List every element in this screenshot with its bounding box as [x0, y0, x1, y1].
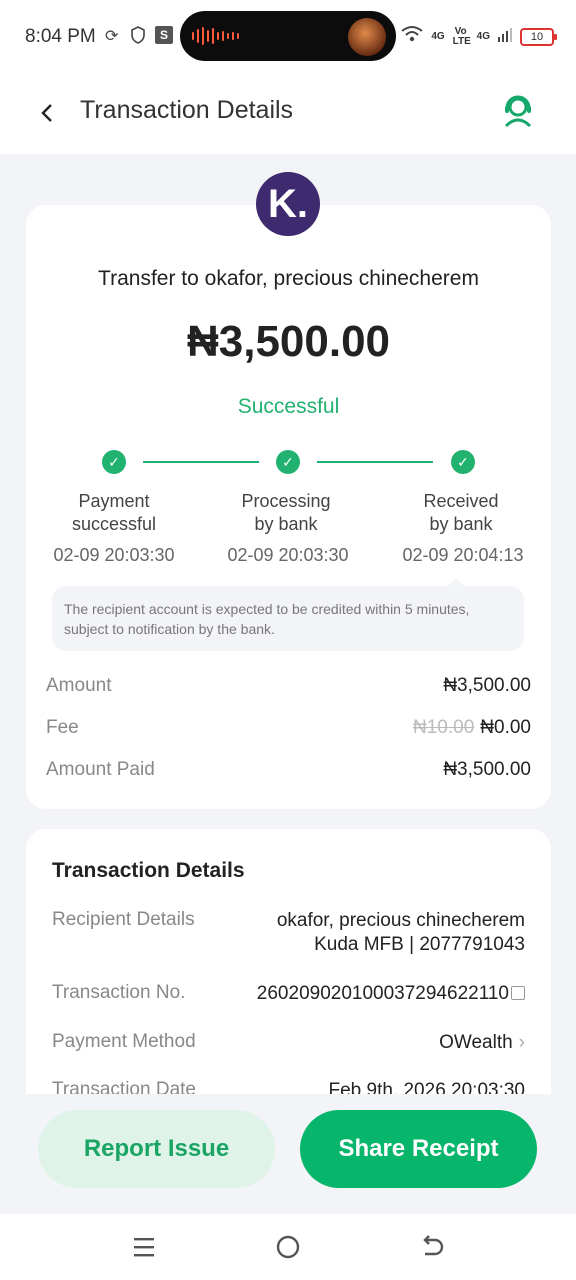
shield-icon — [130, 26, 146, 49]
payment-method-text: OWealth — [439, 1032, 513, 1053]
step-label-processing: Processing by bank — [206, 490, 366, 536]
transaction-no-value: 260209020100037294622110 — [257, 982, 525, 1006]
fee-original: ₦10.00 — [413, 717, 475, 738]
amount-paid-value: ₦3,500.00 — [443, 759, 531, 780]
step-time: 02-09 20:03:30 — [227, 545, 349, 565]
recipient-details-row: Recipient Details okafor, precious chine… — [52, 909, 525, 961]
details-title: Transaction Details — [52, 859, 245, 882]
transaction-summary-card: Transfer to okafor, precious chinecherem… — [26, 205, 551, 809]
payment-method-row[interactable]: Payment Method OWealth › — [52, 1031, 525, 1061]
check-icon: ✓ — [276, 450, 300, 474]
media-artwork[interactable] — [348, 18, 386, 56]
credit-notice: The recipient account is expected to be … — [52, 586, 524, 651]
chevron-right-icon: › — [518, 1032, 525, 1053]
step-time: 02-09 20:04:13 — [402, 545, 524, 565]
action-bar: Report Issue Share Receipt — [0, 1094, 576, 1214]
details-scroll-area[interactable]: Transaction Details Recipient Details ok… — [0, 829, 576, 1094]
transaction-date-value: Feb 9th, 2026 20:03:30 — [328, 1080, 526, 1094]
share-receipt-button[interactable]: Share Receipt — [300, 1110, 537, 1188]
app-header: Transaction Details — [0, 76, 576, 154]
recipient-label: Recipient Details — [52, 909, 195, 930]
check-icon: ✓ — [102, 450, 126, 474]
status-indicators: 4G Vo LTE 4G 10 — [401, 25, 557, 48]
sync-icon: ⟳ — [105, 28, 119, 45]
transaction-date-label: Transaction Date — [52, 1079, 196, 1094]
step-label-line: Processing — [241, 491, 331, 511]
amount-paid-label: Amount Paid — [46, 759, 155, 780]
amount-value: ₦3,500.00 — [443, 675, 531, 696]
battery-icon: 10 — [520, 27, 557, 46]
transfer-recipient-title: Transfer to okafor, precious chinecherem — [98, 267, 479, 290]
progress-line — [143, 461, 259, 463]
step-time: 02-09 20:03:30 — [53, 545, 175, 565]
signal-icon — [498, 26, 512, 47]
audio-wave-icon — [192, 27, 239, 45]
status-text: Successful — [237, 395, 340, 418]
back-button[interactable] — [36, 96, 64, 130]
step-label-line: by bank — [254, 514, 318, 534]
fee-row: Fee ₦10.00 ₦0.00 — [46, 717, 531, 747]
menu-icon[interactable] — [129, 1232, 159, 1262]
step-label-payment: Payment successful — [34, 490, 194, 536]
dynamic-island — [180, 11, 396, 61]
notice-pointer — [448, 578, 464, 586]
fee-label: Fee — [46, 717, 79, 738]
amount-label: Amount — [46, 675, 112, 696]
fee-value: ₦0.00 — [480, 717, 531, 738]
transaction-no-label: Transaction No. — [52, 982, 186, 1003]
check-icon: ✓ — [451, 450, 475, 474]
step-label-line: by bank — [429, 514, 493, 534]
home-icon[interactable] — [273, 1232, 303, 1262]
payment-method-value: OWealth › — [439, 1031, 525, 1055]
payment-method-label: Payment Method — [52, 1031, 196, 1052]
amount-paid-row: Amount Paid ₦3,500.00 — [46, 759, 531, 789]
amount-row: Amount ₦3,500.00 — [46, 675, 531, 705]
fee-values: ₦10.00 ₦0.00 — [413, 717, 531, 739]
wifi-icon — [401, 25, 423, 48]
network-1-label: 4G — [431, 30, 445, 42]
support-agent-icon[interactable] — [500, 92, 536, 128]
status-time: 8:04 PM — [25, 26, 96, 47]
recipient-name: okafor, precious chinecherem — [276, 910, 525, 931]
back-nav-icon[interactable] — [417, 1232, 447, 1262]
recipient-bank-logo: K. — [256, 172, 320, 236]
network-2-label: 4G — [476, 30, 490, 42]
system-nav-bar — [0, 1214, 576, 1280]
s-app-icon: S — [155, 26, 173, 44]
page-title: Transaction Details — [80, 96, 294, 124]
step-label-line: Payment — [78, 491, 150, 511]
transaction-amount: ₦3,500.00 — [186, 317, 391, 366]
step-label-line: Received — [423, 491, 499, 511]
transaction-details-card: Transaction Details Recipient Details ok… — [26, 829, 551, 1094]
transaction-date-row: Transaction Date Feb 9th, 2026 20:03:30 — [52, 1079, 525, 1094]
transaction-no-text: 260209020100037294622110 — [256, 983, 509, 1004]
report-issue-button[interactable]: Report Issue — [38, 1110, 275, 1188]
status-bar: 8:04 PM ⟳ S 4G Vo LTE 4G 10 — [0, 0, 576, 76]
step-label-received: Received by bank — [381, 490, 541, 536]
step-label-line: successful — [71, 514, 157, 534]
transaction-no-row: Transaction No. 260209020100037294622110 — [52, 982, 525, 1012]
copy-icon[interactable] — [511, 986, 525, 1000]
recipient-bank: Kuda MFB | 2077791043 — [314, 934, 525, 955]
recipient-values: okafor, precious chinecherem Kuda MFB | … — [277, 909, 525, 957]
volte-label: Vo LTE — [452, 25, 471, 47]
progress-line — [317, 461, 433, 463]
